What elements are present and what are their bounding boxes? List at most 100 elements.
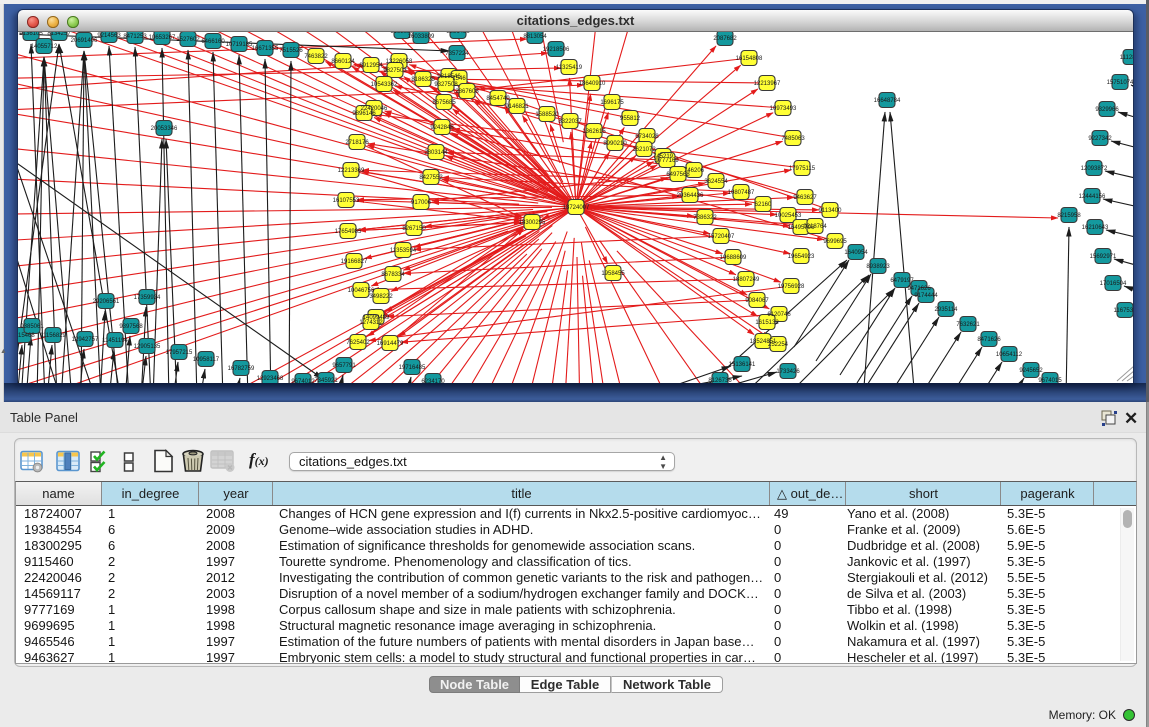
svg-text:2935114: 2935114 <box>935 307 959 313</box>
svg-text:11156829: 11156829 <box>40 333 66 339</box>
svg-text:19756928: 19756928 <box>778 284 805 290</box>
svg-text:17359924: 17359924 <box>134 295 161 301</box>
svg-text:10543362: 10543362 <box>371 82 398 88</box>
svg-text:19654923: 19654923 <box>788 254 815 260</box>
svg-text:2087682: 2087682 <box>713 36 737 42</box>
svg-text:16648784: 16648784 <box>874 98 901 104</box>
svg-text:11325419: 11325419 <box>556 65 583 71</box>
svg-text:2867608: 2867608 <box>455 89 479 95</box>
svg-text:12444156: 12444156 <box>1079 194 1106 200</box>
svg-text:9146821: 9146821 <box>505 104 529 110</box>
svg-text:18300295: 18300295 <box>519 220 546 226</box>
svg-text:3498222: 3498222 <box>369 294 393 300</box>
svg-text:8134257: 8134257 <box>47 32 71 37</box>
svg-text:9227342: 9227342 <box>1088 136 1112 142</box>
svg-text:16107553: 16107553 <box>333 198 360 204</box>
svg-text:17654985: 17654985 <box>335 229 362 235</box>
svg-text:8231456: 8231456 <box>446 32 470 35</box>
svg-text:917006: 917006 <box>411 200 432 206</box>
svg-text:14055712: 14055712 <box>31 44 58 50</box>
svg-text:8678334: 8678334 <box>381 272 405 278</box>
svg-text:12213369: 12213369 <box>338 168 365 174</box>
svg-text:16671355: 16671355 <box>252 46 279 52</box>
svg-text:8267150: 8267150 <box>402 226 426 232</box>
svg-text:955812: 955812 <box>620 116 641 122</box>
svg-text:10688609: 10688609 <box>720 255 747 261</box>
svg-text:8660124: 8660124 <box>331 59 355 65</box>
svg-text:16033809: 16033809 <box>408 34 435 40</box>
svg-text:1621072: 1621072 <box>632 147 656 153</box>
svg-text:18640910: 18640910 <box>579 81 606 87</box>
svg-text:6234170: 6234170 <box>421 379 445 383</box>
svg-text:1112845: 1112845 <box>1120 55 1133 61</box>
svg-text:9657791: 9657791 <box>332 363 356 369</box>
svg-text:9674012: 9674012 <box>291 379 315 383</box>
svg-text:8126736: 8126736 <box>708 378 732 383</box>
svg-text:9699695: 9699695 <box>823 239 847 245</box>
svg-text:12923468: 12923468 <box>257 376 284 382</box>
svg-text:8471253: 8471253 <box>123 34 147 40</box>
svg-text:10807487: 10807487 <box>728 190 755 196</box>
svg-text:9174444: 9174444 <box>914 293 938 299</box>
svg-text:17016504: 17016504 <box>1100 281 1127 287</box>
svg-text:9777169: 9777169 <box>655 158 679 164</box>
svg-text:9136105: 9136105 <box>19 32 43 37</box>
svg-text:7485063: 7485063 <box>781 136 805 142</box>
svg-text:15720407: 15720407 <box>708 234 735 240</box>
svg-text:20053346: 20053346 <box>151 126 178 132</box>
svg-text:12905135: 12905135 <box>134 344 161 350</box>
svg-text:20364436: 20364436 <box>677 193 704 199</box>
svg-text:12213967: 12213967 <box>754 81 781 87</box>
svg-text:17975115: 17975115 <box>789 166 816 172</box>
svg-text:1615132: 1615132 <box>755 320 779 326</box>
svg-text:12093872: 12093872 <box>1081 166 1108 172</box>
svg-text:9242848: 9242848 <box>430 125 454 131</box>
svg-text:13226058: 13226058 <box>386 59 413 65</box>
svg-text:1958455: 1958455 <box>601 271 625 277</box>
svg-text:15136141: 15136141 <box>729 362 756 368</box>
svg-text:10719185: 10719185 <box>226 42 253 48</box>
svg-text:8215958: 8215958 <box>1057 213 1081 219</box>
svg-text:7463822: 7463822 <box>304 54 328 60</box>
svg-text:10654112: 10654112 <box>996 352 1023 358</box>
svg-text:6466160: 6466160 <box>201 39 225 45</box>
svg-text:9113400: 9113400 <box>819 208 843 214</box>
svg-text:16782759: 16782759 <box>228 366 255 372</box>
svg-text:9397568: 9397568 <box>119 324 143 330</box>
svg-text:8471626: 8471626 <box>977 337 1001 343</box>
svg-text:20206561: 20206561 <box>93 299 120 305</box>
svg-text:16154808: 16154808 <box>736 56 763 62</box>
svg-text:19716485: 19716485 <box>399 365 426 371</box>
svg-text:1362615: 1362615 <box>582 129 606 135</box>
svg-text:10025453: 10025453 <box>775 213 802 219</box>
svg-text:2718176: 2718176 <box>345 140 369 146</box>
svg-text:9827503: 9827503 <box>383 68 407 74</box>
svg-text:10653267: 10653267 <box>149 35 176 41</box>
svg-text:8675685: 8675685 <box>432 100 456 106</box>
svg-text:6479197: 6479197 <box>890 278 914 284</box>
svg-text:7632621: 7632621 <box>956 322 980 328</box>
svg-text:9327508: 9327508 <box>434 82 458 88</box>
svg-text:1588520: 1588520 <box>535 112 559 118</box>
svg-text:6497568: 6497568 <box>666 172 690 178</box>
svg-text:6734028: 6734028 <box>635 134 659 140</box>
svg-text:19218506: 19218506 <box>543 47 570 53</box>
svg-text:8322037: 8322037 <box>558 119 582 125</box>
svg-text:7345921: 7345921 <box>314 378 338 383</box>
svg-text:16914479: 16914479 <box>377 341 404 347</box>
svg-text:9218764: 9218764 <box>803 224 827 230</box>
svg-text:9463627: 9463627 <box>793 195 817 201</box>
svg-text:8186328: 8186328 <box>411 77 435 83</box>
svg-text:1733426: 1733426 <box>776 369 800 375</box>
svg-text:8427552: 8427552 <box>419 175 443 181</box>
svg-text:9329966: 9329966 <box>1095 107 1119 113</box>
svg-text:17957215: 17957215 <box>166 350 193 356</box>
svg-text:7625402: 7625402 <box>346 340 370 346</box>
svg-text:7386322: 7386322 <box>693 215 717 221</box>
svg-text:9084067: 9084067 <box>745 298 769 304</box>
svg-text:1274312: 1274312 <box>359 320 383 326</box>
svg-text:8990210: 8990210 <box>603 141 627 147</box>
svg-text:15751074: 15751074 <box>1107 80 1133 86</box>
svg-text:18807249: 18807249 <box>733 277 760 283</box>
svg-text:1167533: 1167533 <box>1114 308 1133 314</box>
